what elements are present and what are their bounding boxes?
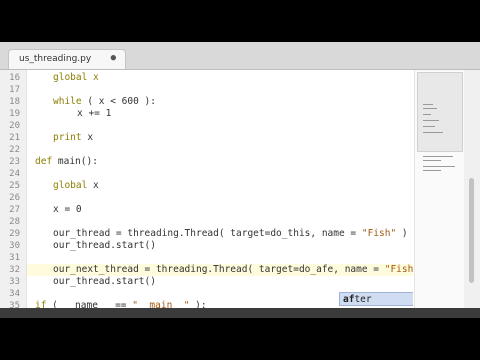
line-number: 17 <box>9 85 20 95</box>
line-number: 26 <box>9 193 20 203</box>
line-number: 23 <box>9 157 20 167</box>
line-number: 19 <box>9 109 20 119</box>
autocomplete-rest: ter <box>354 294 372 305</box>
string-literal: "__main__" <box>132 300 190 308</box>
string-literal: "Fish" <box>361 228 397 239</box>
line-number: 33 <box>9 277 20 287</box>
keyword: if <box>35 300 47 308</box>
file-tab-label: us_threading.py <box>19 54 92 64</box>
code-line: our_thread.start() <box>53 276 156 287</box>
file-tab[interactable]: us_threading.py ● <box>8 49 126 69</box>
code-text: x <box>87 180 99 191</box>
code-text: ( __name__ == <box>46 300 133 308</box>
vertical-scrollbar[interactable] <box>464 70 480 308</box>
code-editor[interactable]: global x while ( x < 600 ): x += 1 print… <box>27 70 413 308</box>
line-number-gutter: 16 17 18 19 20 21 22 23 24 25 26 27 28 2… <box>0 70 27 311</box>
minimap-line <box>423 104 433 105</box>
line-number: 29 <box>9 229 20 239</box>
code-line: x += 1 <box>77 108 112 119</box>
code-text: our_next_thread = threading.Thread( targ… <box>53 264 385 275</box>
line-number: 34 <box>9 289 20 299</box>
minimap-line <box>423 160 441 161</box>
tab-bar: us_threading.py ● <box>0 42 480 70</box>
line-number: 25 <box>9 181 20 191</box>
editor-window: us_threading.py ● 16 17 18 19 20 21 22 2… <box>0 42 480 311</box>
line-number: 22 <box>9 145 20 155</box>
line-number: 31 <box>9 253 20 263</box>
code-text: ( x < 600 ): <box>81 96 156 107</box>
keyword: def <box>35 156 53 167</box>
code-line: our_thread = threading.Thread( target=do… <box>53 228 408 240</box>
code-text: x <box>81 132 94 143</box>
keyword: global <box>53 180 88 191</box>
code-line: our_thread.start() <box>53 240 156 251</box>
minimap-line <box>423 108 437 109</box>
code-line: while ( x < 600 ): <box>53 96 156 108</box>
line-number: 32 <box>9 265 20 275</box>
minimap[interactable] <box>414 70 465 308</box>
code-line: our_next_thread = threading.Thread( targ… <box>53 264 413 276</box>
minimap-line <box>423 120 439 121</box>
code-line: if ( __name__ == "__main__" ): <box>35 300 207 308</box>
code-line: def main(): <box>35 156 98 168</box>
line-number: 24 <box>9 169 20 179</box>
scrollbar-thumb[interactable] <box>469 178 474 283</box>
minimap-line <box>423 166 455 167</box>
code-line: global x <box>53 180 99 192</box>
minimap-line <box>423 156 453 157</box>
line-number: 30 <box>9 241 20 251</box>
code-line: x = 0 <box>53 204 82 215</box>
minimap-line <box>423 114 431 115</box>
minimap-viewport[interactable] <box>417 72 463 152</box>
line-number: 16 <box>9 73 20 83</box>
code-line: print x <box>53 132 93 144</box>
unsaved-dot-icon[interactable]: ● <box>111 53 116 63</box>
status-bar <box>0 308 480 318</box>
code-text: main(): <box>52 156 98 167</box>
minimap-line <box>423 132 443 133</box>
keyword: while <box>53 96 82 107</box>
code-text: ): <box>189 300 207 308</box>
autocomplete-suggestion[interactable]: after <box>343 294 372 305</box>
line-number: 28 <box>9 217 20 227</box>
line-number: 21 <box>9 133 20 143</box>
keyword: global x <box>53 72 99 83</box>
autocomplete-popup[interactable]: after <box>339 292 413 306</box>
code-text: ) <box>396 228 408 239</box>
minimap-line <box>423 126 435 127</box>
string-literal: "Fish" <box>384 264 413 275</box>
minimap-line <box>423 170 441 171</box>
line-number: 20 <box>9 121 20 131</box>
line-number: 18 <box>9 97 20 107</box>
autocomplete-match: af <box>343 294 355 305</box>
code-line: global x <box>53 72 99 84</box>
keyword: print <box>53 132 82 143</box>
line-number: 27 <box>9 205 20 215</box>
code-text: our_thread = threading.Thread( target=do… <box>53 228 362 239</box>
